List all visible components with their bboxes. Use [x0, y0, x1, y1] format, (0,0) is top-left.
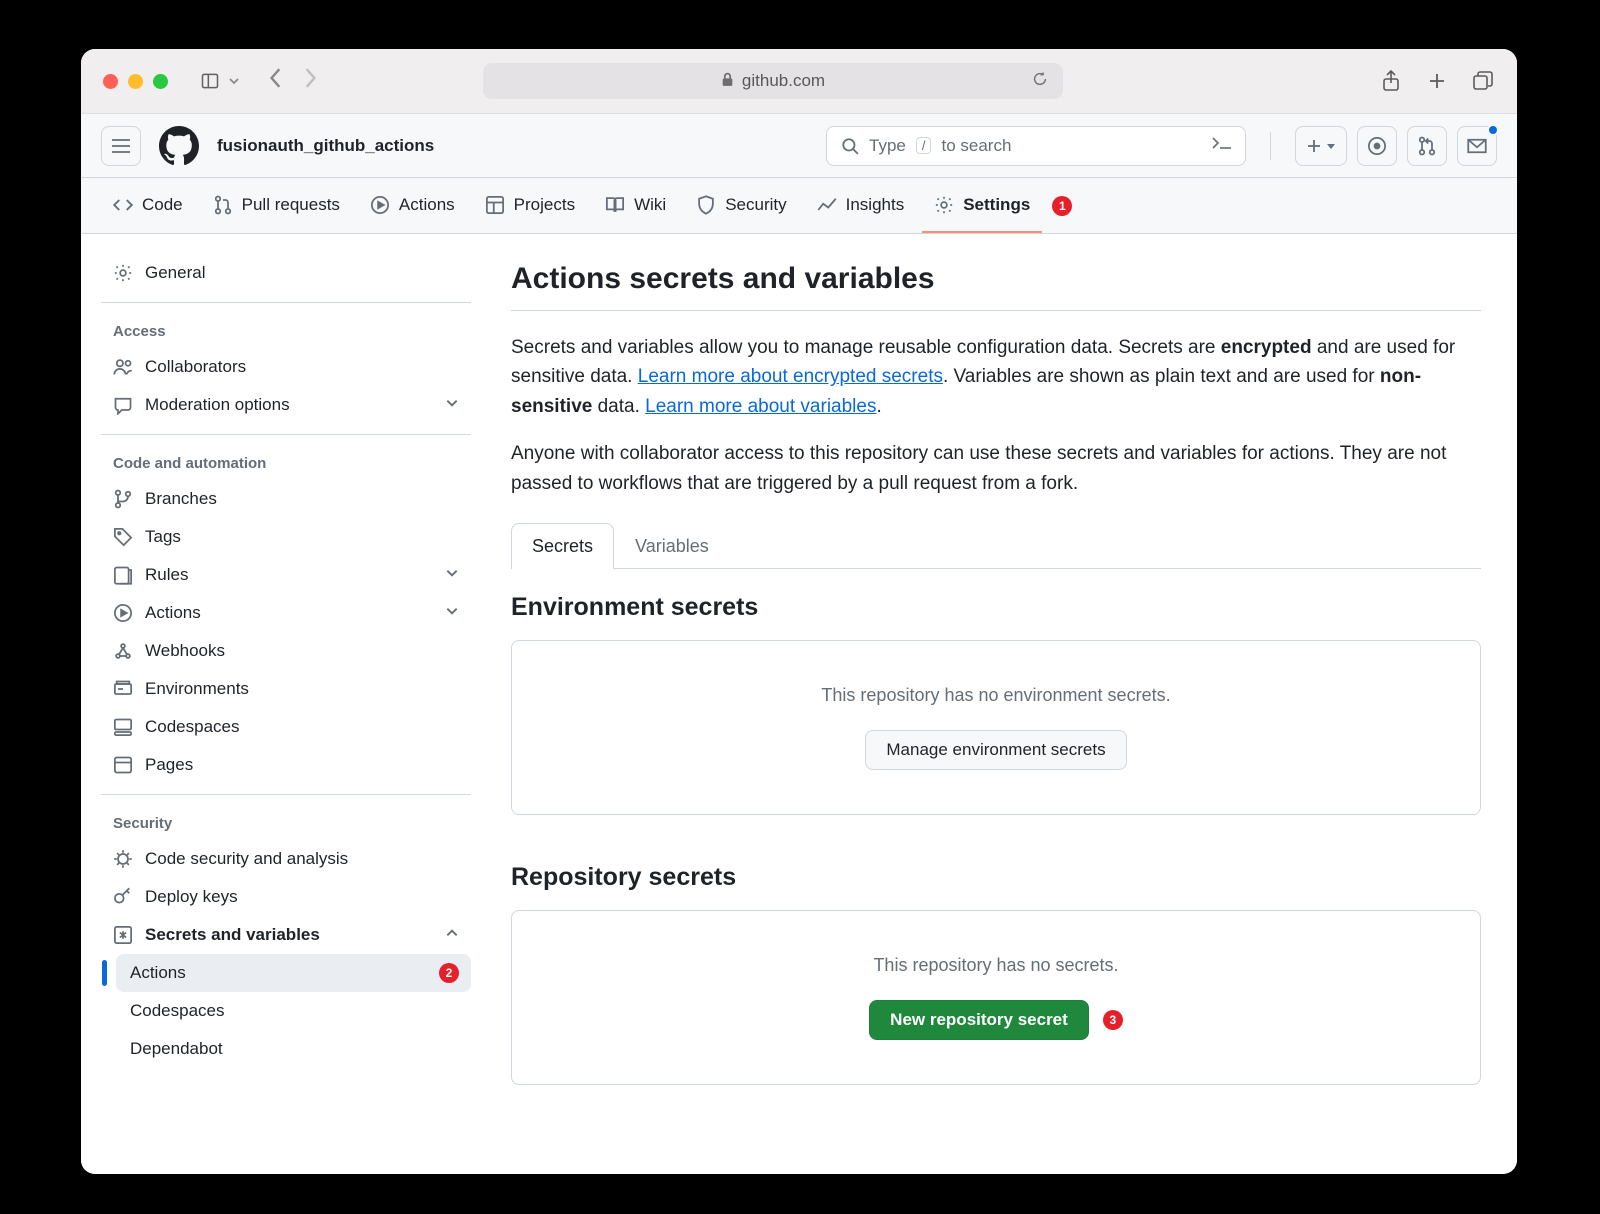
repository-secrets-heading: Repository secrets [511, 863, 1481, 892]
sidebar-item-environments[interactable]: Environments [101, 670, 471, 708]
close-window-button[interactable] [103, 74, 118, 89]
description-paragraph-2: Anyone with collaborator access to this … [511, 439, 1481, 498]
settings-sidebar: General Access Collaborators Moderation … [81, 234, 491, 1174]
manage-environment-secrets-button[interactable]: Manage environment secrets [865, 730, 1126, 770]
search-placeholder-suffix: to search [941, 136, 1011, 156]
traffic-lights [103, 74, 168, 89]
sidebar-item-general[interactable]: General [101, 254, 471, 292]
lock-icon [721, 72, 734, 90]
tab-security[interactable]: Security [684, 178, 798, 233]
notifications-button[interactable] [1457, 126, 1497, 166]
chevron-down-icon [445, 565, 459, 585]
link-learn-secrets[interactable]: Learn more about encrypted secrets [638, 366, 943, 387]
tab-insights[interactable]: Insights [805, 178, 917, 233]
chevron-down-icon [445, 395, 459, 415]
sidebar-subitem-actions[interactable]: Actions 2 [116, 954, 471, 992]
repo-title[interactable]: fusionauth_github_actions [217, 136, 434, 156]
divider [1270, 132, 1271, 160]
chevron-down-icon [445, 603, 459, 623]
tab-actions[interactable]: Actions [358, 178, 467, 233]
command-palette-icon[interactable] [1211, 134, 1233, 157]
create-new-button[interactable] [1295, 126, 1347, 166]
sidebar-item-moderation[interactable]: Moderation options [101, 386, 471, 424]
tab-settings[interactable]: Settings [922, 178, 1042, 233]
content-tabs: Secrets Variables [511, 522, 1481, 569]
page-title: Actions secrets and variables [511, 262, 1481, 296]
new-tab-button[interactable] [1425, 69, 1449, 93]
search-placeholder-prefix: Type [869, 136, 906, 156]
content-tab-secrets[interactable]: Secrets [511, 523, 614, 569]
sidebar-subitem-dependabot[interactable]: Dependabot [116, 1030, 471, 1068]
tab-code[interactable]: Code [101, 178, 195, 233]
sidebar-item-pages[interactable]: Pages [101, 746, 471, 784]
tabs-overview-button[interactable] [1471, 69, 1495, 93]
sidebar-item-deploy-keys[interactable]: Deploy keys [101, 878, 471, 916]
main-content: Actions secrets and variables Secrets an… [491, 234, 1517, 1174]
link-learn-variables[interactable]: Learn more about variables [645, 396, 876, 417]
sidebar-toggle-button[interactable] [198, 69, 222, 93]
sidebar-item-actions[interactable]: Actions [101, 594, 471, 632]
github-header: fusionauth_github_actions Type / to sear… [81, 114, 1517, 178]
sidebar-item-codespaces[interactable]: Codespaces [101, 708, 471, 746]
safari-window: github.com fusionauth_gi [81, 49, 1517, 1174]
safari-toolbar: github.com [81, 49, 1517, 114]
github-page: fusionauth_github_actions Type / to sear… [81, 114, 1517, 1174]
sidebar-item-branches[interactable]: Branches [101, 480, 471, 518]
tab-pull-requests[interactable]: Pull requests [201, 178, 352, 233]
sidebar-heading-access: Access [101, 313, 471, 348]
repository-secrets-empty: This repository has no secrets. New repo… [511, 910, 1481, 1085]
content-tab-variables[interactable]: Variables [614, 523, 730, 569]
environment-empty-text: This repository has no environment secre… [532, 685, 1460, 706]
annotation-badge-2: 2 [439, 963, 459, 983]
tab-wiki[interactable]: Wiki [593, 178, 678, 233]
description-paragraph-1: Secrets and variables allow you to manag… [511, 333, 1481, 421]
sidebar-item-rules[interactable]: Rules [101, 556, 471, 594]
address-bar[interactable]: github.com [483, 63, 1063, 99]
repo-tabs: Code Pull requests Actions Projects Wiki… [81, 178, 1517, 234]
sidebar-item-secrets-variables[interactable]: Secrets and variables [101, 916, 471, 954]
maximize-window-button[interactable] [153, 74, 168, 89]
sidebar-chevron-down-icon[interactable] [226, 69, 242, 93]
sidebar-heading-code: Code and automation [101, 445, 471, 480]
search-kbd: / [916, 137, 932, 154]
address-domain: github.com [742, 71, 825, 91]
annotation-badge-1: 1 [1052, 196, 1072, 216]
share-button[interactable] [1379, 69, 1403, 93]
reload-button[interactable] [1031, 70, 1049, 93]
new-repository-secret-button[interactable]: New repository secret [869, 1000, 1089, 1040]
annotation-badge-3: 3 [1103, 1010, 1123, 1030]
sidebar-item-webhooks[interactable]: Webhooks [101, 632, 471, 670]
forward-button[interactable] [302, 67, 318, 96]
minimize-window-button[interactable] [128, 74, 143, 89]
sidebar-heading-security: Security [101, 805, 471, 840]
search-input[interactable]: Type / to search [826, 126, 1246, 166]
pull-requests-button[interactable] [1407, 126, 1447, 166]
issues-button[interactable] [1357, 126, 1397, 166]
menu-button[interactable] [101, 126, 141, 166]
tab-projects[interactable]: Projects [473, 178, 587, 233]
sidebar-item-code-security[interactable]: Code security and analysis [101, 840, 471, 878]
github-logo[interactable] [159, 126, 199, 166]
environment-secrets-heading: Environment secrets [511, 593, 1481, 622]
environment-secrets-empty: This repository has no environment secre… [511, 640, 1481, 815]
repository-empty-text: This repository has no secrets. [532, 955, 1460, 976]
back-button[interactable] [268, 67, 284, 96]
notification-dot [1487, 124, 1499, 136]
sidebar-item-tags[interactable]: Tags [101, 518, 471, 556]
chevron-up-icon [445, 925, 459, 945]
sidebar-item-collaborators[interactable]: Collaborators [101, 348, 471, 386]
sidebar-subitem-codespaces[interactable]: Codespaces [116, 992, 471, 1030]
